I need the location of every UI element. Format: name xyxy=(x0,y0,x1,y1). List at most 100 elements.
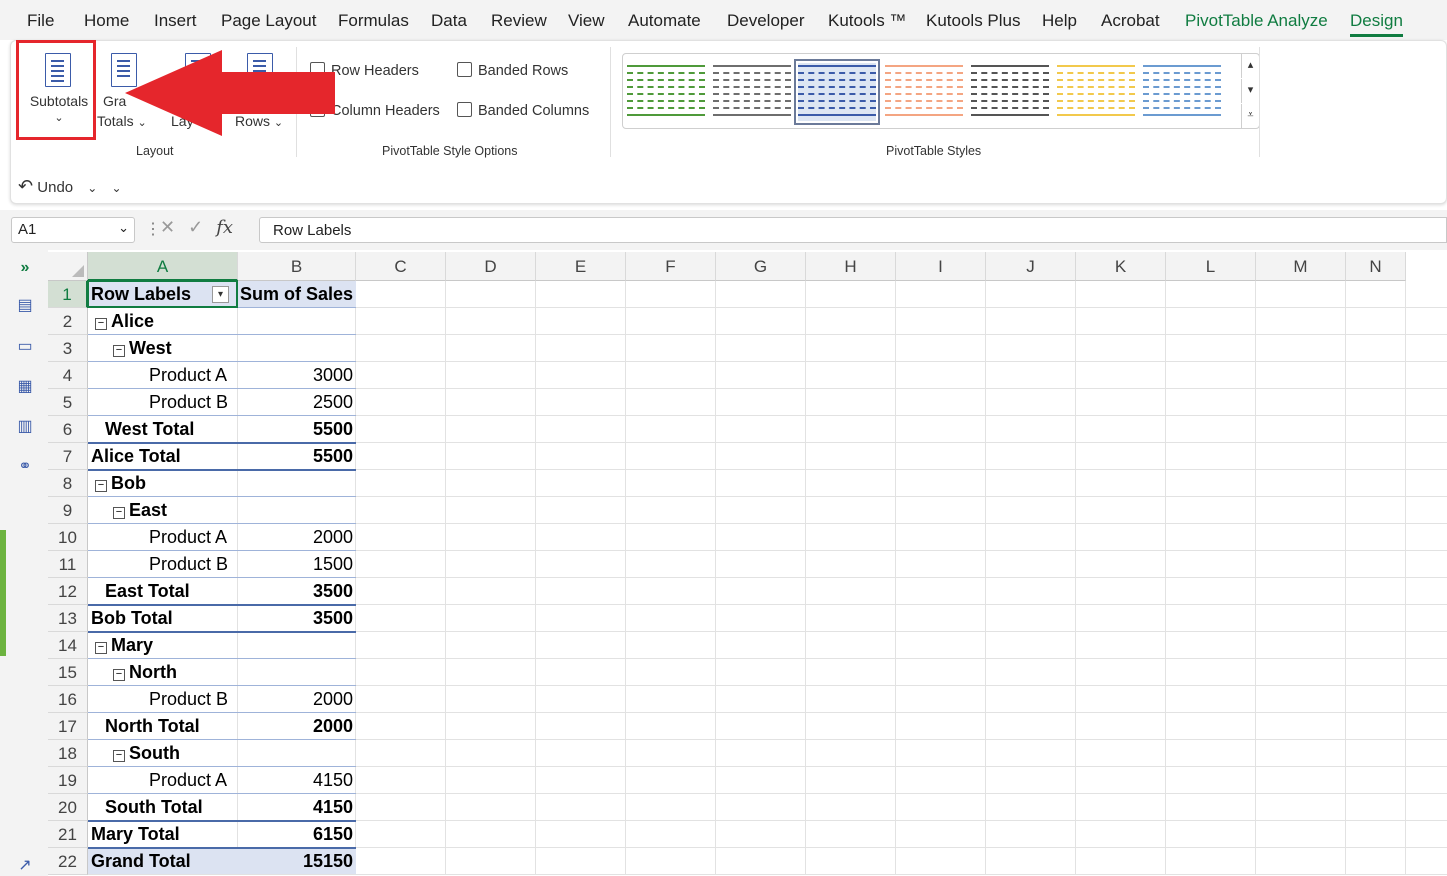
popout-icon[interactable]: ↗ xyxy=(15,858,35,874)
row-header-19[interactable]: 19 xyxy=(48,767,88,794)
pivot-row-label[interactable]: Product A xyxy=(149,362,227,389)
pivot-row-label[interactable]: − East xyxy=(113,497,167,524)
undo-dropdown-icon[interactable]: ⌄ xyxy=(87,181,97,195)
pivot-value[interactable]: 2000 xyxy=(238,713,356,740)
collapse-icon[interactable]: − xyxy=(113,507,125,519)
column-header-f[interactable]: F xyxy=(626,252,716,281)
pivot-value[interactable] xyxy=(238,659,356,686)
grid-icon[interactable]: ▥ xyxy=(15,419,35,435)
column-header-b[interactable]: B xyxy=(238,252,356,281)
customize-toolbar-icon[interactable]: ⌄ xyxy=(112,181,122,195)
collapse-icon[interactable]: − xyxy=(95,318,107,330)
side-pane-handle[interactable] xyxy=(0,530,6,656)
pivot-row-label[interactable]: North Total xyxy=(105,713,200,740)
collapse-icon[interactable]: − xyxy=(113,750,125,762)
row-header-16[interactable]: 16 xyxy=(48,686,88,713)
pivot-row-label[interactable]: − Mary xyxy=(95,632,153,659)
collapse-icon[interactable]: − xyxy=(113,345,125,357)
pivot-row-label[interactable]: East Total xyxy=(105,578,190,605)
pivot-row-label[interactable]: South Total xyxy=(105,794,203,821)
pivot-row-label[interactable]: − Alice xyxy=(95,308,154,335)
binoculars-icon[interactable]: ⚭ xyxy=(15,459,35,475)
pivot-value[interactable] xyxy=(238,308,356,335)
undo-icon[interactable]: ↶ xyxy=(18,176,33,196)
table-icon[interactable]: ▤ xyxy=(15,298,35,314)
pivot-value[interactable]: 6150 xyxy=(238,821,356,848)
row-header-14[interactable]: 14 xyxy=(48,632,88,659)
pivot-value[interactable] xyxy=(238,632,356,659)
select-all-corner[interactable] xyxy=(48,252,88,281)
pivot-row-label[interactable]: Mary Total xyxy=(91,821,180,848)
column-header-e[interactable]: E xyxy=(536,252,626,281)
pivot-value[interactable] xyxy=(238,335,356,362)
pivot-value[interactable]: 3500 xyxy=(238,605,356,632)
pivot-row-label[interactable]: − South xyxy=(113,740,180,767)
row-header-5[interactable]: 5 xyxy=(48,389,88,416)
pivot-row-label[interactable]: Bob Total xyxy=(91,605,173,632)
row-header-1[interactable]: 1 xyxy=(48,281,88,308)
formula-input[interactable]: Row Labels xyxy=(259,217,1447,243)
row-header-6[interactable]: 6 xyxy=(48,416,88,443)
pivot-value[interactable]: 3500 xyxy=(238,578,356,605)
pivot-values-header[interactable]: Sum of Sales xyxy=(238,281,356,308)
pivot-value[interactable]: 15150 xyxy=(238,848,356,875)
pivot-value[interactable] xyxy=(238,740,356,767)
column-header-m[interactable]: M xyxy=(1256,252,1346,281)
pivot-row-label[interactable]: − Bob xyxy=(95,470,146,497)
pivot-row-label[interactable]: − North xyxy=(113,659,177,686)
column-header-l[interactable]: L xyxy=(1166,252,1256,281)
pivot-value[interactable]: 2000 xyxy=(238,686,356,713)
pivot-value[interactable]: 1500 xyxy=(238,551,356,578)
row-header-9[interactable]: 9 xyxy=(48,497,88,524)
row-header-17[interactable]: 17 xyxy=(48,713,88,740)
row-header-2[interactable]: 2 xyxy=(48,308,88,335)
row-header-12[interactable]: 12 xyxy=(48,578,88,605)
pivot-row-label[interactable]: Grand Total xyxy=(91,848,191,875)
row-header-22[interactable]: 22 xyxy=(48,848,88,875)
column-header-g[interactable]: G xyxy=(716,252,806,281)
row-header-13[interactable]: 13 xyxy=(48,605,88,632)
workbook-icon[interactable]: ▭ xyxy=(15,339,35,355)
column-header-n[interactable]: N xyxy=(1346,252,1406,281)
pivot-value[interactable] xyxy=(238,497,356,524)
row-header-8[interactable]: 8 xyxy=(48,470,88,497)
name-box[interactable]: A1 ⌄ xyxy=(11,217,135,243)
collapse-icon[interactable]: − xyxy=(113,669,125,681)
pivot-value[interactable]: 4150 xyxy=(238,794,356,821)
row-header-3[interactable]: 3 xyxy=(48,335,88,362)
column-header-d[interactable]: D xyxy=(446,252,536,281)
row-header-4[interactable]: 4 xyxy=(48,362,88,389)
row-header-21[interactable]: 21 xyxy=(48,821,88,848)
column-header-k[interactable]: K xyxy=(1076,252,1166,281)
enter-icon[interactable]: ✓ xyxy=(188,217,203,237)
pivot-value[interactable]: 4150 xyxy=(238,767,356,794)
pivot-value[interactable]: 5500 xyxy=(238,416,356,443)
row-header-11[interactable]: 11 xyxy=(48,551,88,578)
pivot-row-label[interactable]: West Total xyxy=(105,416,194,443)
expand-icon[interactable]: » xyxy=(15,260,35,276)
collapse-icon[interactable]: − xyxy=(95,642,107,654)
pivot-row-label[interactable]: Product A xyxy=(149,524,227,551)
collapse-icon[interactable]: − xyxy=(95,480,107,492)
pivot-value[interactable]: 3000 xyxy=(238,362,356,389)
pivot-row-label[interactable]: Product B xyxy=(149,551,228,578)
column-header-j[interactable]: J xyxy=(986,252,1076,281)
column-header-i[interactable]: I xyxy=(896,252,986,281)
column-header-c[interactable]: C xyxy=(356,252,446,281)
pivot-row-label[interactable]: Product A xyxy=(149,767,227,794)
pivot-row-label[interactable]: Product B xyxy=(149,389,228,416)
row-header-10[interactable]: 10 xyxy=(48,524,88,551)
insert-function-icon[interactable]: fx xyxy=(216,217,233,238)
column-header-h[interactable]: H xyxy=(806,252,896,281)
pivot-value[interactable]: 2500 xyxy=(238,389,356,416)
sheet-icon[interactable]: ▦ xyxy=(15,379,35,395)
pivot-row-label[interactable]: Product B xyxy=(149,686,228,713)
row-header-7[interactable]: 7 xyxy=(48,443,88,470)
row-header-15[interactable]: 15 xyxy=(48,659,88,686)
column-header-a[interactable]: A xyxy=(88,252,238,281)
row-header-20[interactable]: 20 xyxy=(48,794,88,821)
pivot-value[interactable]: 5500 xyxy=(238,443,356,470)
cancel-icon[interactable]: ✕ xyxy=(160,217,175,237)
row-header-18[interactable]: 18 xyxy=(48,740,88,767)
pivot-value[interactable]: 2000 xyxy=(238,524,356,551)
